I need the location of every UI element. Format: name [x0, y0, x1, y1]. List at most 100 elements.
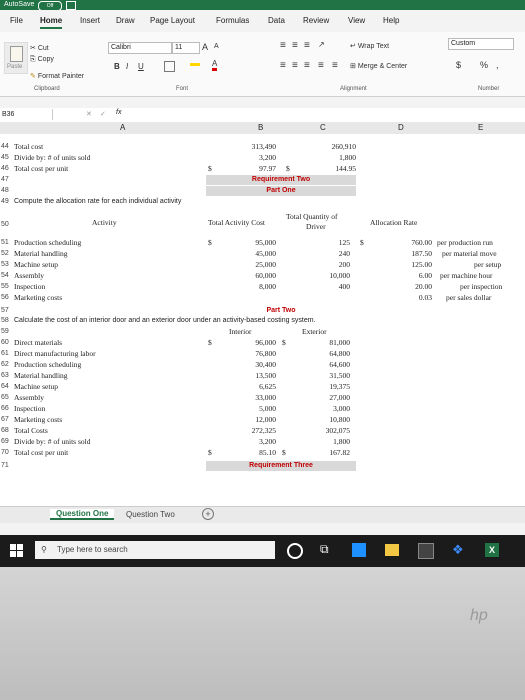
cell-value[interactable]: 400	[300, 282, 350, 292]
cell-label[interactable]: Inspection	[14, 282, 45, 292]
cell-label[interactable]: Total cost	[14, 142, 43, 152]
cell-label[interactable]: Material handling	[14, 249, 68, 259]
cell-label[interactable]: Divide by: # of units sold	[14, 153, 90, 163]
cell-value[interactable]: 60,000	[230, 271, 276, 281]
cell-value[interactable]: 187.50	[390, 249, 432, 259]
cell-label[interactable]: Machine setup	[14, 382, 58, 392]
tab-help[interactable]: Help	[383, 16, 399, 25]
align-center-icon[interactable]: ≡	[292, 60, 298, 71]
tab-page-layout[interactable]: Page Layout	[150, 16, 195, 25]
cell-value[interactable]: 240	[300, 249, 350, 259]
cell-value[interactable]: 260,910	[290, 142, 356, 152]
percent-button[interactable]: %	[480, 60, 488, 70]
cell-value[interactable]: 76,800	[230, 349, 276, 359]
cell-value[interactable]: 1,800	[304, 437, 350, 447]
exterior-header[interactable]: Exterior	[302, 327, 327, 337]
paste-button[interactable]: Paste	[4, 42, 28, 74]
cell-value[interactable]: 27,000	[304, 393, 350, 403]
cell-unit[interactable]: per inspection	[460, 282, 502, 292]
cut-button[interactable]: ✂ Cut	[30, 44, 49, 52]
worksheet[interactable]: 44 Total cost 313,490 260,910 45 Divide …	[0, 134, 525, 506]
cell-value[interactable]: 64,800	[304, 349, 350, 359]
name-box[interactable]: B36	[2, 109, 53, 120]
enter-icon[interactable]: ✓	[100, 110, 106, 118]
task-view-icon[interactable]: ⧉	[320, 542, 329, 557]
cancel-icon[interactable]: ✕	[86, 110, 92, 118]
tab-data[interactable]: Data	[268, 16, 285, 25]
total-quantity-header[interactable]: Total Quantity of	[286, 212, 338, 222]
column-header-d[interactable]: D	[398, 123, 404, 132]
cell-value[interactable]: 125	[300, 238, 350, 248]
cell-value[interactable]: 81,000	[304, 338, 350, 348]
cell-value[interactable]: 64,600	[304, 360, 350, 370]
cell-label[interactable]: Total Costs	[14, 426, 48, 436]
cell-value[interactable]: 272,325	[230, 426, 276, 436]
column-header-a[interactable]: A	[120, 123, 125, 132]
align-top-icon[interactable]: ≡	[280, 40, 286, 51]
cell-value[interactable]: 302,075	[304, 426, 350, 436]
sheet-tab-question-one[interactable]: Question One	[50, 509, 115, 520]
tab-file[interactable]: File	[10, 16, 23, 25]
bold-icon[interactable]: B	[114, 62, 120, 71]
cell-value[interactable]: 200	[300, 260, 350, 270]
part-heading[interactable]: Part Two	[206, 306, 356, 316]
cell-value[interactable]: 12,000	[230, 415, 276, 425]
interior-header[interactable]: Interior	[229, 327, 252, 337]
cell-label[interactable]: Total cost per unit	[14, 164, 68, 174]
cell-label[interactable]: Inspection	[14, 404, 45, 414]
cell-value[interactable]: 3,200	[210, 153, 276, 163]
increase-indent-icon[interactable]: ≡	[332, 60, 338, 71]
wrap-text-button[interactable]: ↵ Wrap Text	[350, 42, 389, 50]
orientation-icon[interactable]: ↗	[318, 40, 325, 49]
cell-value[interactable]: 33,000	[230, 393, 276, 403]
function-icon[interactable]: fx	[116, 109, 121, 116]
cell-value[interactable]: 97.97	[216, 164, 276, 174]
cell-value[interactable]: 313,490	[210, 142, 276, 152]
cell-label[interactable]: Production scheduling	[14, 238, 81, 248]
cell-value[interactable]: 167.82	[304, 448, 350, 458]
font-size-select[interactable]: 11	[172, 42, 200, 54]
instruction-text[interactable]: Compute the allocation rate for each ind…	[14, 197, 181, 207]
cell-value[interactable]: 6.00	[390, 271, 432, 281]
cell-value[interactable]: 0.03	[390, 293, 432, 303]
windows-start-icon[interactable]	[10, 544, 24, 558]
font-name-select[interactable]: Calibri	[108, 42, 172, 54]
cell-value[interactable]: 144.95	[296, 164, 356, 174]
store-icon[interactable]	[418, 543, 434, 559]
cell-value[interactable]: 19,375	[304, 382, 350, 392]
cell-value[interactable]: 1,800	[290, 153, 356, 163]
cell-value[interactable]: 30,400	[230, 360, 276, 370]
cortana-icon[interactable]	[287, 543, 303, 559]
cell-value[interactable]: 125.00	[390, 260, 432, 270]
part-heading[interactable]: Part One	[206, 186, 356, 196]
borders-icon[interactable]	[164, 61, 175, 72]
tab-draw[interactable]: Draw	[116, 16, 135, 25]
cell-value[interactable]: 20.00	[390, 282, 432, 292]
cell-unit[interactable]: per machine hour	[440, 271, 492, 281]
currency-button[interactable]: $	[456, 60, 461, 70]
cell-unit[interactable]: per sales dollar	[446, 293, 491, 303]
copy-button[interactable]: ⎘ Copy	[30, 56, 54, 64]
italic-icon[interactable]: I	[126, 62, 128, 71]
edge-icon[interactable]	[352, 543, 366, 557]
allocation-rate-header[interactable]: Allocation Rate	[370, 218, 417, 228]
column-header-e[interactable]: E	[478, 123, 483, 132]
align-left-icon[interactable]: ≡	[280, 60, 286, 71]
tab-review[interactable]: Review	[303, 16, 329, 25]
cell-label[interactable]: Marketing costs	[14, 293, 62, 303]
requirement-heading[interactable]: Requirement Three	[206, 461, 356, 471]
cell-value[interactable]: 45,000	[230, 249, 276, 259]
column-header-c[interactable]: C	[320, 123, 326, 132]
comma-style-icon[interactable]: ,	[496, 60, 499, 70]
cell-value[interactable]: 6,625	[230, 382, 276, 392]
underline-icon[interactable]: U	[138, 62, 144, 71]
align-bottom-icon[interactable]: ≡	[304, 40, 310, 51]
cell-label[interactable]: Assembly	[14, 393, 44, 403]
cell-label[interactable]: Direct materials	[14, 338, 62, 348]
cell-value[interactable]: 8,000	[230, 282, 276, 292]
cell-value[interactable]: 31,500	[304, 371, 350, 381]
format-painter-button[interactable]: ✎ Format Painter	[30, 72, 84, 80]
tab-home[interactable]: Home	[40, 16, 63, 29]
cell-unit[interactable]: per setup	[474, 260, 501, 270]
add-sheet-icon[interactable]: +	[202, 508, 214, 520]
